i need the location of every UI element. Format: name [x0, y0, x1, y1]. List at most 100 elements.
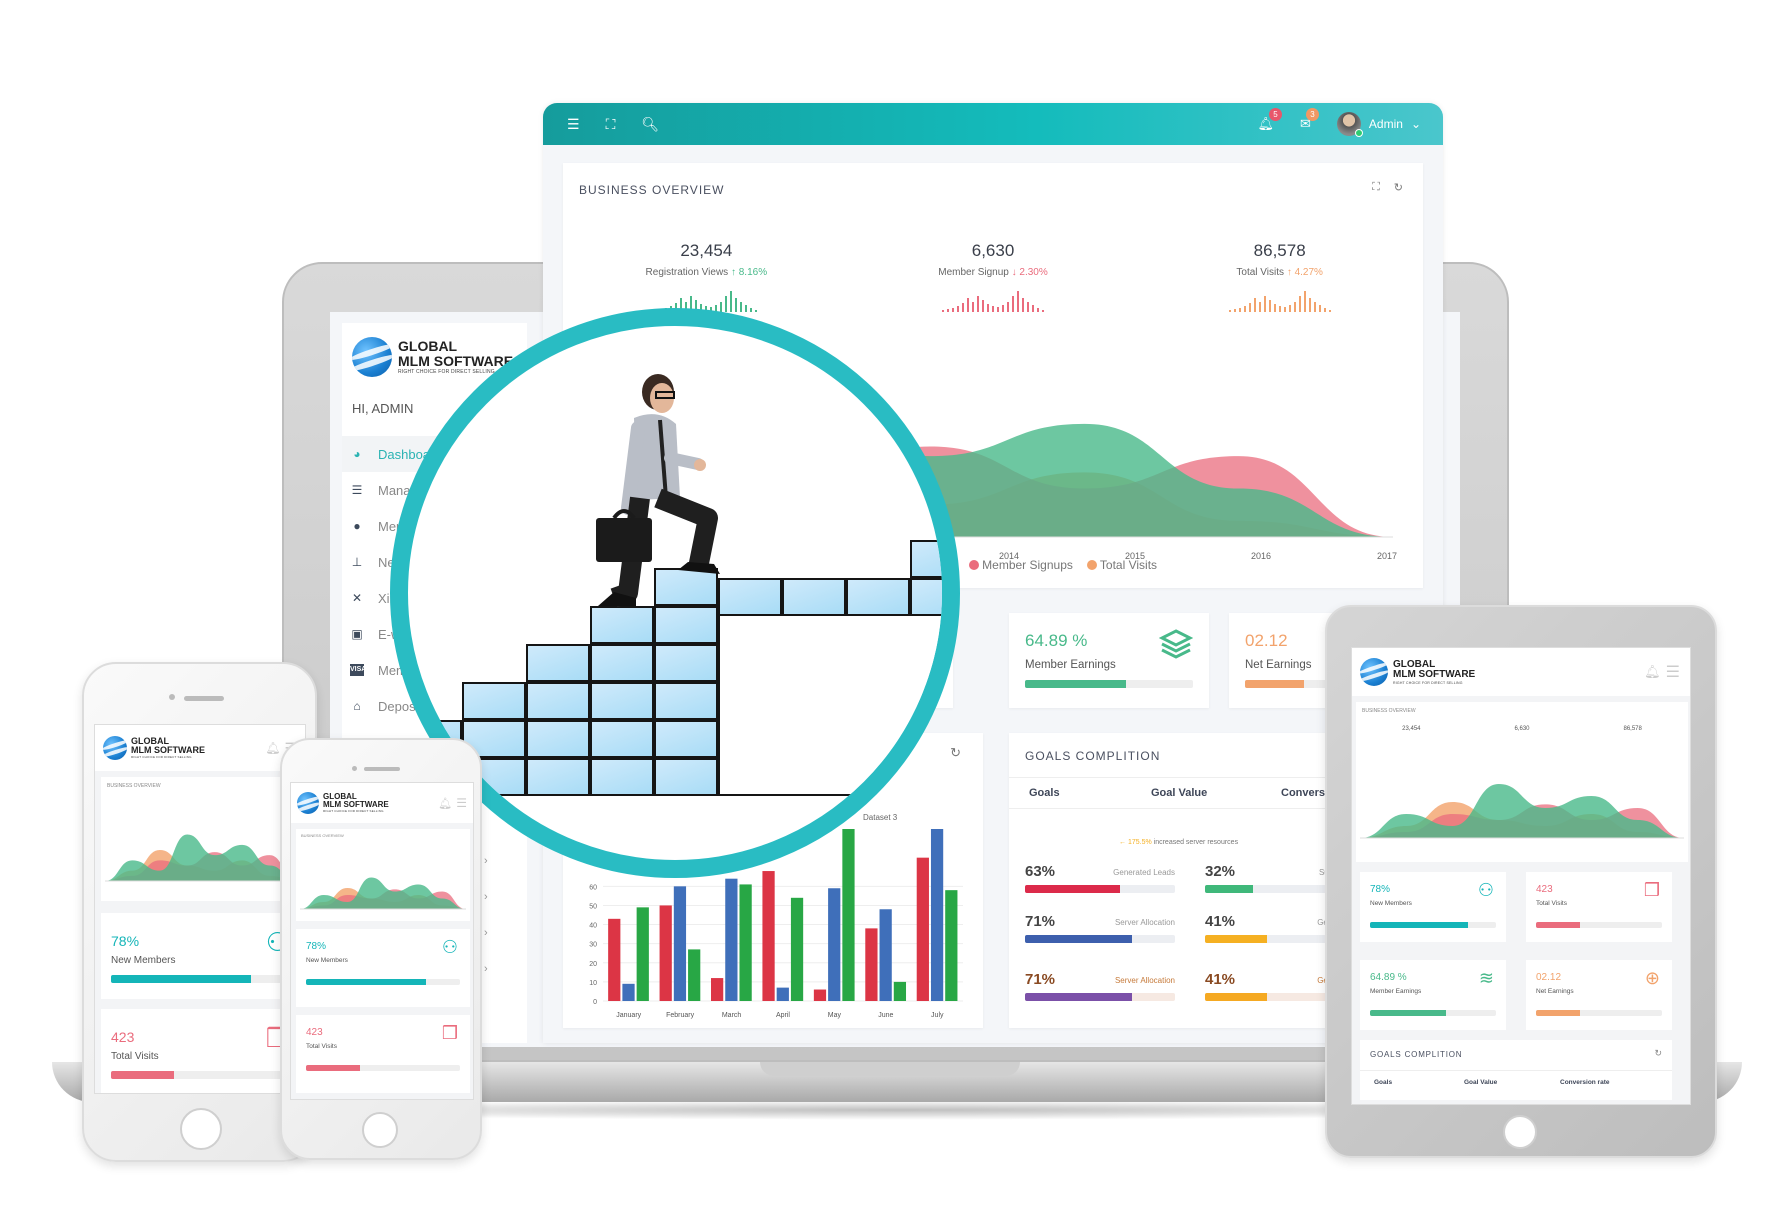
goal-progress [1025, 993, 1175, 1001]
bar-dataset-3[interactable] [893, 981, 907, 1001]
bar-dataset-1[interactable] [608, 918, 621, 1001]
mobile-kpi-total-visits: 423 Total Visits ❒ [101, 1009, 301, 1093]
notifications-button[interactable]: 🔔︎ 5 [1258, 108, 1283, 132]
brand-line1: GLOBAL [398, 338, 458, 355]
bell-icon[interactable]: 🔔︎ [265, 741, 280, 755]
expand-icon[interactable]: ⛶ [606, 116, 616, 133]
hamburger-icon[interactable]: ☰ [567, 116, 580, 133]
home-button[interactable] [362, 1112, 398, 1148]
bar-dataset-2[interactable] [673, 886, 687, 1001]
sparkline-bar [720, 302, 723, 312]
stat-label-text: Member Signup [938, 267, 1009, 278]
home-button[interactable] [180, 1108, 222, 1150]
sparkline-bar [962, 303, 964, 312]
refresh-icon[interactable]: ↻ [950, 745, 961, 761]
bar-dataset-1[interactable] [762, 871, 775, 1001]
legend-item-total-visits[interactable]: Total Visits [1086, 558, 1157, 572]
kpi-progress-fill [111, 975, 252, 983]
bell-icon[interactable]: 🔔︎ [438, 797, 452, 810]
dropbox-icon: ❒ [1643, 880, 1660, 900]
user-menu[interactable]: Admin ⌄ [1336, 112, 1421, 137]
bar-dataset-1[interactable] [813, 989, 827, 1001]
bar-dataset-2[interactable] [622, 983, 635, 1001]
stat-value: 86,578 [1623, 726, 1642, 732]
bar-dataset-3[interactable] [739, 884, 752, 1001]
messages-badge: 3 [1305, 108, 1319, 121]
goal-item: 71% Server Allocation [1025, 913, 1175, 943]
bar-dataset-2[interactable] [828, 888, 841, 1001]
y-tick-label: 40 [589, 923, 597, 930]
bank-icon: ⌂ [353, 699, 361, 713]
sparkline-bar [1238, 308, 1241, 312]
kpi-progress [1370, 1010, 1496, 1016]
goal-item: 71% Server Allocation [1025, 971, 1175, 1001]
kpi-progress-fill [1025, 680, 1126, 688]
stair-block [846, 578, 910, 616]
sparkline-bar [982, 300, 984, 312]
bar-dataset-1[interactable] [865, 928, 878, 1001]
bar-dataset-3[interactable] [636, 907, 649, 1001]
bar-dataset-3[interactable] [945, 890, 958, 1001]
mobile-kpi-total-visits: 423 Total Visits ❒ [296, 1015, 470, 1093]
kpi-progress-fill [1536, 1010, 1581, 1016]
messages-button[interactable]: ✉ 3 [1300, 108, 1319, 132]
home-button[interactable] [1503, 1115, 1537, 1149]
bar-dataset-2[interactable] [776, 987, 789, 1001]
bar-dataset-3[interactable] [688, 949, 701, 1001]
bar-dataset-2[interactable] [879, 909, 892, 1001]
hamburger-icon[interactable]: ☰ [1666, 662, 1680, 682]
kpi-value: 02.12 [1245, 631, 1288, 650]
tablet-header: GLOBAL MLM SOFTWARE RIGHT CHOICE FOR DIR… [1352, 648, 1690, 696]
card-title: BUSINESS OVERVIEW [579, 183, 725, 197]
stair-block [526, 644, 590, 682]
refresh-icon[interactable]: ↻ [1654, 1048, 1662, 1059]
stair-block [654, 758, 718, 796]
bar-dataset-1[interactable] [659, 905, 672, 1001]
hamburger-icon[interactable]: ☰ [456, 796, 467, 810]
y-tick-label: 10 [589, 980, 597, 987]
kpi-progress-fill [306, 1065, 360, 1071]
bar-dataset-2[interactable] [930, 829, 944, 1001]
goal-item: 63% Generated Leads [1025, 863, 1175, 893]
bar-dataset-1[interactable] [711, 978, 724, 1001]
expand-icon[interactable]: ⛶ [1372, 181, 1380, 194]
sparkline-bar [1278, 306, 1281, 312]
kpi-label: New Members [1370, 900, 1412, 907]
bar-dataset-3[interactable] [842, 829, 855, 1001]
bell-icon[interactable]: 🔔︎ [1644, 664, 1661, 680]
legend-item-member-signups[interactable]: Member Signups [969, 558, 1073, 572]
sparkline-bar [1037, 308, 1039, 312]
globe-logo-icon [1360, 658, 1388, 686]
kpi-progress-fill [1536, 922, 1581, 928]
phone-camera [352, 766, 357, 771]
stair-block [910, 578, 942, 616]
mobile-header: GLOBAL MLM SOFTWARE RIGHT CHOICE FOR DIR… [291, 783, 473, 823]
businessman-illustration [596, 374, 720, 608]
stair-block [782, 578, 846, 616]
brand-tagline: RIGHT CHOICE FOR DIRECT SELLING [323, 809, 384, 814]
column-header-conversion-rate: Conversion rate [1560, 1079, 1610, 1086]
bar-legend-dataset3: Dataset 3 [863, 813, 898, 822]
mini-area-chart [300, 877, 466, 910]
money-icon: ▣ [351, 627, 363, 641]
bar-dataset-2[interactable] [725, 878, 738, 1001]
globe-logo-icon [352, 337, 392, 377]
kpi-label: Net Earnings [1245, 659, 1312, 671]
refresh-icon[interactable]: ↻ [1394, 181, 1403, 194]
column-header-goal-value: Goal Value [1151, 787, 1208, 799]
bar-dataset-1[interactable] [916, 857, 929, 1001]
top-navbar: ☰ ⛶ 🔍︎ 🔔︎ 5 ✉ 3 Admin ⌄ [543, 103, 1443, 145]
sparkline-bar [1263, 296, 1266, 312]
sparkline-bar [735, 298, 738, 312]
bar-dataset-3[interactable] [790, 897, 804, 1001]
sparkline-bar [947, 309, 949, 312]
phone-camera [169, 694, 175, 700]
submenu-chevrons: › › › › [484, 855, 488, 975]
brand-line2: MLM SOFTWARE [323, 800, 389, 809]
sparkline-bar [942, 310, 944, 312]
notifications-badge: 5 [1269, 108, 1283, 121]
search-icon[interactable]: 🔍︎ [641, 116, 659, 133]
sparkline-bar [1273, 304, 1276, 312]
tablet-kpi-total-visits: 423 Total Visits ❒ [1526, 872, 1672, 942]
card-title: BUSINESS OVERVIEW [301, 833, 344, 838]
